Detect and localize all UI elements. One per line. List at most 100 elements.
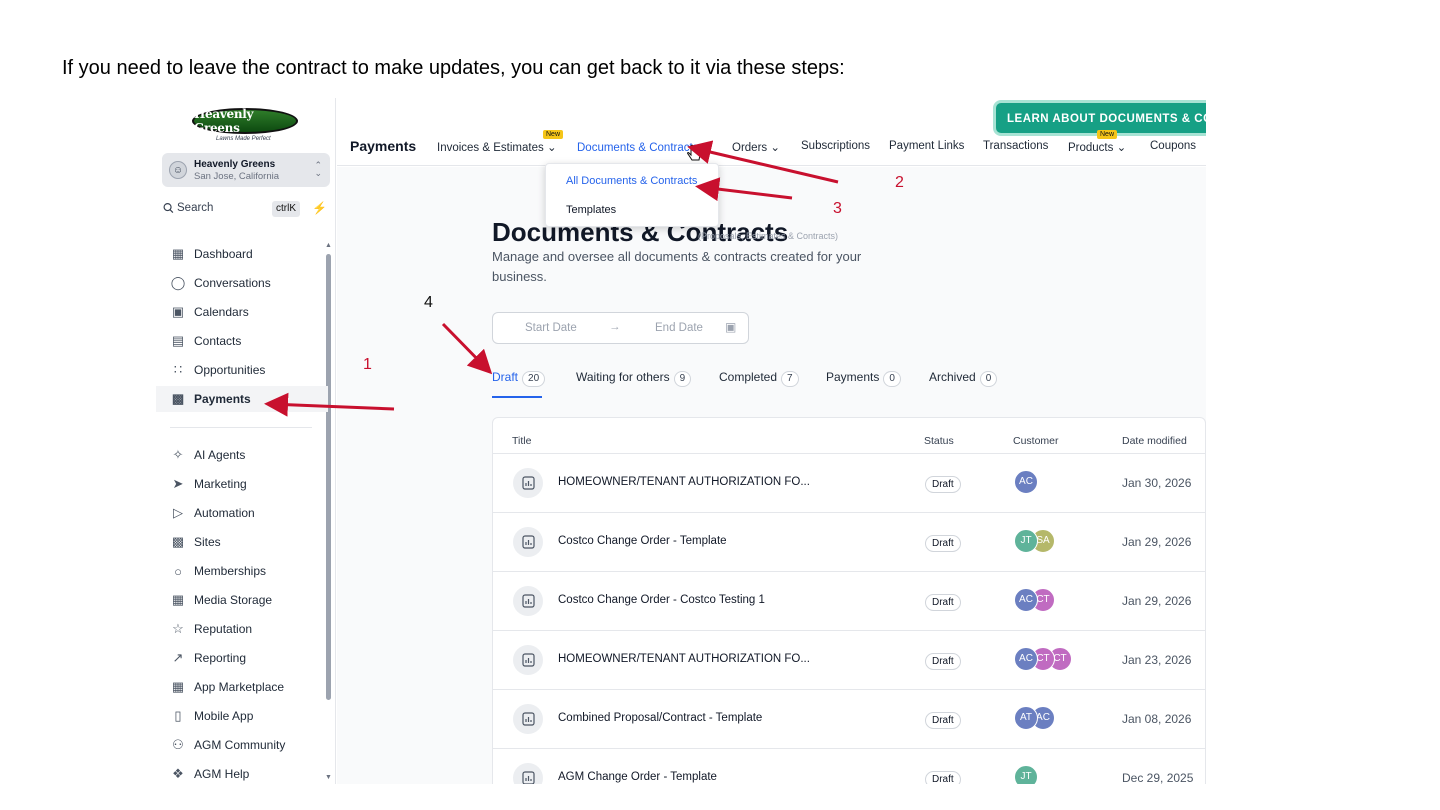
nav-coupons[interactable]: Coupons <box>1150 140 1196 152</box>
account-name: Heavenly Greens <box>194 159 276 170</box>
table-row[interactable]: HOMEOWNER/TENANT AUTHORIZATION FO... Draf… <box>493 630 1206 688</box>
sparkle-icon: ✧ <box>172 447 184 462</box>
sidebar-item-conversations[interactable]: ◯ Conversations <box>156 270 328 296</box>
document-icon <box>513 468 543 498</box>
chevron-down-icon: ⌄ <box>546 142 557 154</box>
sidebar-item-marketing[interactable]: ➤ Marketing <box>156 471 328 497</box>
sidebar-item-media-storage[interactable]: ▦ Media Storage <box>156 587 328 613</box>
sidebar-item-automation[interactable]: ▷ Automation <box>156 500 328 526</box>
tab-label: Waiting for others <box>576 370 670 384</box>
date-range-picker[interactable]: Start Date → End Date ▣ <box>492 312 749 344</box>
sidebar-item-label: AI Agents <box>194 448 246 462</box>
table-row[interactable]: Costco Change Order - Costco Testing 1 Dr… <box>493 571 1206 629</box>
document-title[interactable]: HOMEOWNER/TENANT AUTHORIZATION FO... <box>558 476 810 488</box>
tab-count: 9 <box>673 371 692 387</box>
dropdown-item-templates[interactable]: Templates <box>566 204 616 216</box>
info-icon: ❖ <box>172 766 184 781</box>
avatar[interactable]: AC <box>1014 588 1038 612</box>
pipeline-icon: ∷ <box>173 362 183 377</box>
tab-completed[interactable]: Completed 7 <box>719 370 799 387</box>
table-row[interactable]: Combined Proposal/Contract - Template Dra… <box>493 689 1206 747</box>
award-icon: ○ <box>174 563 182 579</box>
sidebar-item-app-marketplace[interactable]: ▦ App Marketplace <box>156 674 328 700</box>
sidebar-item-opportunities[interactable]: ∷ Opportunities <box>156 357 328 383</box>
avatar[interactable]: AT <box>1014 706 1038 730</box>
nav-payment-links[interactable]: Payment Links <box>889 140 964 152</box>
main-content: Documents & Contracts (Proposals, Estima… <box>337 167 1206 784</box>
sidebar-item-dashboard[interactable]: ▦ Dashboard <box>156 241 328 267</box>
date-modified: Jan 29, 2026 <box>1122 535 1192 549</box>
start-date-input[interactable]: Start Date <box>525 322 577 334</box>
table-row[interactable]: AGM Change Order - Template Draft JT Dec 29… <box>493 748 1206 784</box>
nav-subscriptions[interactable]: Subscriptions <box>801 140 870 152</box>
avatar[interactable]: JT <box>1014 529 1038 553</box>
page-subtitle: (Proposals, Estimates & Contracts) <box>698 231 839 241</box>
avatar[interactable]: AC <box>1014 647 1038 671</box>
status-badge: Draft <box>925 712 961 729</box>
tab-label: Archived <box>929 370 976 384</box>
nav-label: Documents & Contracts <box>577 142 699 154</box>
search-label: Search <box>177 202 214 214</box>
hand-cursor-icon <box>687 144 701 161</box>
annotation-number-2: 2 <box>895 174 904 191</box>
sidebar-item-contacts[interactable]: ▤ Contacts <box>156 328 328 354</box>
nav-orders[interactable]: Orders ⌄ <box>732 140 780 154</box>
status-badge: Draft <box>925 476 961 493</box>
nav-products[interactable]: Products ⌄ <box>1068 140 1126 154</box>
document-icon <box>513 586 543 616</box>
tab-waiting-for-others[interactable]: Waiting for others 9 <box>576 370 692 387</box>
receipt-icon: ▩ <box>171 391 185 406</box>
avatar[interactable]: AC <box>1014 470 1038 494</box>
sidebar-item-payments[interactable]: ▩ Payments <box>156 386 328 412</box>
document-title[interactable]: HOMEOWNER/TENANT AUTHORIZATION FO... <box>558 653 810 665</box>
sidebar-item-memberships[interactable]: ○ Memberships <box>156 558 328 584</box>
document-title[interactable]: Costco Change Order - Costco Testing 1 <box>558 594 765 606</box>
sidebar-item-label: Calendars <box>194 305 249 319</box>
account-location: San Jose, California <box>194 171 280 182</box>
grid-icon: ▦ <box>171 246 185 261</box>
lightning-icon[interactable]: ⚡ <box>312 201 327 215</box>
document-icon <box>513 704 543 734</box>
active-tab-indicator <box>492 396 542 398</box>
tab-draft[interactable]: Draft 20 <box>492 370 546 387</box>
tab-payments[interactable]: Payments 0 <box>826 370 901 387</box>
dropdown-item-all-documents[interactable]: All Documents & Contracts <box>566 175 697 187</box>
account-switcher[interactable]: ☺ Heavenly Greens San Jose, California ⌃… <box>162 153 330 187</box>
sidebar-item-label: Mobile App <box>194 709 254 723</box>
star-icon: ☆ <box>172 621 184 636</box>
sidebar-search[interactable]: Search ctrlK <box>162 198 302 220</box>
sidebar-item-ai-agents[interactable]: ✧ AI Agents <box>156 442 328 468</box>
document-title[interactable]: Costco Change Order - Template <box>558 535 727 547</box>
tab-count: 7 <box>781 371 799 387</box>
column-header-date-modified[interactable]: Date modified <box>1122 435 1187 447</box>
sidebar-item-label: Opportunities <box>194 363 266 377</box>
end-date-input[interactable]: End Date <box>655 322 703 334</box>
instruction-text: If you need to leave the contract to mak… <box>62 57 845 79</box>
date-modified: Jan 30, 2026 <box>1122 476 1192 490</box>
table-row[interactable]: Costco Change Order - Template Draft JT SA J… <box>493 512 1206 570</box>
column-header-status[interactable]: Status <box>924 435 954 447</box>
sidebar-item-sites[interactable]: ▩ Sites <box>156 529 328 555</box>
calendar-icon[interactable]: ▣ <box>725 320 736 334</box>
date-modified: Jan 29, 2026 <box>1122 594 1192 608</box>
date-modified: Dec 29, 2025 <box>1122 771 1194 784</box>
column-header-title[interactable]: Title <box>512 435 531 447</box>
sidebar-item-reputation[interactable]: ☆ Reputation <box>156 616 328 642</box>
nav-transactions[interactable]: Transactions <box>983 140 1048 152</box>
trend-icon: ↗ <box>172 650 184 665</box>
sidebar-item-agm-community[interactable]: ⚇ AGM Community <box>156 732 328 758</box>
table-row[interactable]: HOMEOWNER/TENANT AUTHORIZATION FO... Draf… <box>493 453 1206 511</box>
contact-card-icon: ▤ <box>171 333 185 348</box>
sidebar-item-reporting[interactable]: ↗ Reporting <box>156 645 328 671</box>
app-screenshot: Heavenly Greens Lawns Made Perfect ☺ Hea… <box>156 98 1206 784</box>
column-header-customer[interactable]: Customer <box>1013 435 1059 447</box>
tab-archived[interactable]: Archived 0 <box>929 370 998 387</box>
sidebar-item-agm-help[interactable]: ❖ AGM Help <box>156 761 328 784</box>
document-title[interactable]: Combined Proposal/Contract - Template <box>558 712 762 724</box>
company-logo[interactable]: Heavenly Greens Lawns Made Perfect <box>192 106 298 146</box>
sidebar-item-calendars[interactable]: ▣ Calendars <box>156 299 328 325</box>
sidebar-item-mobile-app[interactable]: ▯ Mobile App <box>156 703 328 729</box>
avatar[interactable]: JT <box>1014 765 1038 784</box>
document-title[interactable]: AGM Change Order - Template <box>558 771 717 783</box>
nav-invoices-estimates[interactable]: Invoices & Estimates ⌄ <box>437 140 557 154</box>
